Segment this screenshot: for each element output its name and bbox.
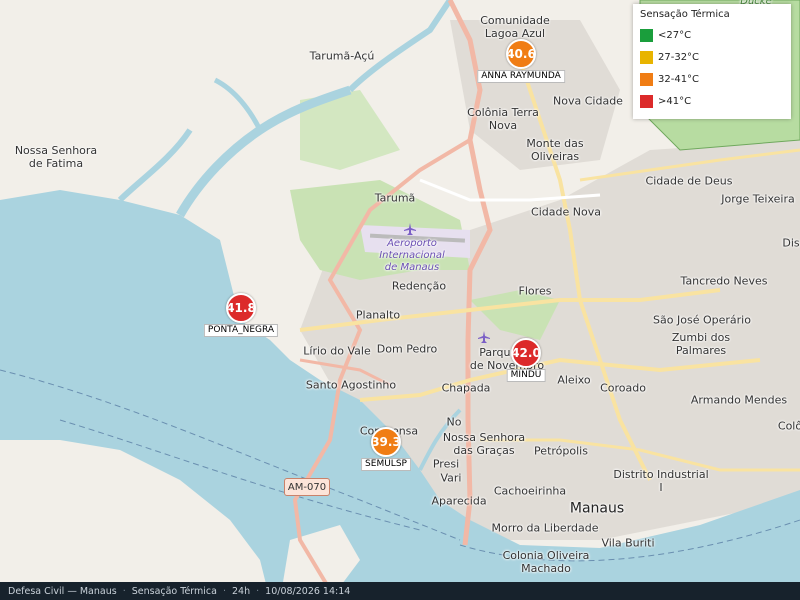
legend-label: >41°C (658, 95, 692, 107)
place-label: Flores (518, 284, 552, 298)
airport-icon (404, 223, 416, 235)
place-label: Comunidade Lagoa Azul (480, 14, 550, 40)
station-name-label: ANNA RAYMUNDA (477, 70, 565, 83)
footer-org: Defesa Civil — Manaus (8, 585, 117, 597)
place-label: Aparecida (431, 494, 487, 508)
place-label: Armando Mendes (690, 393, 788, 407)
legend-item: 27-32°C (640, 46, 784, 68)
legend-swatch (640, 50, 653, 64)
footer-layer: Sensação Térmica (131, 585, 217, 597)
place-label: Tarumã (374, 191, 416, 205)
legend-label: 27-32°C (658, 51, 700, 63)
place-label: Colonia Oliveira Machado (502, 549, 590, 575)
legend-item: >41°C (640, 90, 784, 112)
place-label: Nossa Senhora das Graças (442, 431, 526, 457)
station-marker[interactable]: 39.3 (371, 427, 401, 457)
legend-item: 32-41°C (640, 68, 784, 90)
place-label: Vari (440, 471, 462, 485)
place-label: No (446, 415, 462, 429)
footer-timestamp: 10/08/2026 14:14 (265, 585, 351, 597)
place-label: Colônia Terra Nova (467, 106, 539, 132)
place-label: São José Operário (653, 313, 751, 327)
legend-swatch (640, 28, 653, 42)
station-name-label: PONTA_NEGRA (203, 324, 279, 337)
place-label: Nossa Senhora de Fatima (14, 144, 98, 170)
footer-period: 24h (232, 585, 251, 597)
place-label: Chapada (441, 381, 491, 395)
legend-title: Sensação Térmica (640, 9, 730, 20)
place-label: Santo Agostinho (305, 378, 397, 392)
station-name-label: SEMULSP (361, 458, 411, 471)
place-label: Tancredo Neves (680, 274, 768, 288)
place-label: Zumbi dos Palmares (671, 331, 731, 357)
legend-label: <27°C (658, 29, 692, 41)
place-label: Jorge Teixeira (721, 192, 795, 206)
airport-icon (478, 331, 490, 343)
station-name-label: MINDU (506, 369, 546, 382)
place-label: Lírio do Vale (303, 344, 371, 358)
place-label: Presi (432, 457, 460, 471)
station-marker[interactable]: 40.6 (506, 39, 536, 69)
place-label: Distrito Industrial I (613, 468, 709, 494)
place-label: Petrópolis (534, 444, 588, 458)
place-label: Vila Buriti (601, 536, 655, 550)
place-label: Manaus (569, 500, 625, 517)
place-label: Aeroporto Internacional de Manaus (379, 238, 445, 273)
place-label: Redenção (391, 279, 447, 293)
place-label: Dis (782, 236, 800, 250)
place-label: Aleixo (557, 373, 591, 387)
place-label: Dom Pedro (376, 342, 438, 356)
place-label: Cidade Nova (531, 205, 601, 219)
legend-swatch (640, 94, 653, 108)
road-shield: AM-070 (284, 478, 330, 496)
place-label: Nova Cidade (553, 94, 623, 108)
station-marker[interactable]: 41.8 (226, 293, 256, 323)
legend: Sensação Térmica <27°C 27-32°C 32-41°C >… (633, 4, 791, 119)
place-label: Coroado (600, 381, 646, 395)
map-view[interactable]: Comunidade Lagoa Azul Tarumã-Açú Nossa Se… (0, 0, 800, 600)
legend-label: 32-41°C (658, 73, 700, 85)
place-label: Morro da Liberdade (491, 521, 599, 535)
place-label: Monte das Oliveiras (526, 137, 584, 163)
place-label: Cachoeirinha (493, 484, 567, 498)
place-label: Planalto (355, 308, 401, 322)
place-label: Tarumã-Açú (309, 49, 375, 63)
legend-item: <27°C (640, 24, 784, 46)
status-bar: Defesa Civil — Manaus · Sensação Térmica… (0, 582, 800, 600)
place-label: Cidade de Deus (645, 174, 733, 188)
station-marker[interactable]: 42.0 (511, 338, 541, 368)
place-label: Colô (777, 419, 800, 433)
legend-swatch (640, 72, 653, 86)
